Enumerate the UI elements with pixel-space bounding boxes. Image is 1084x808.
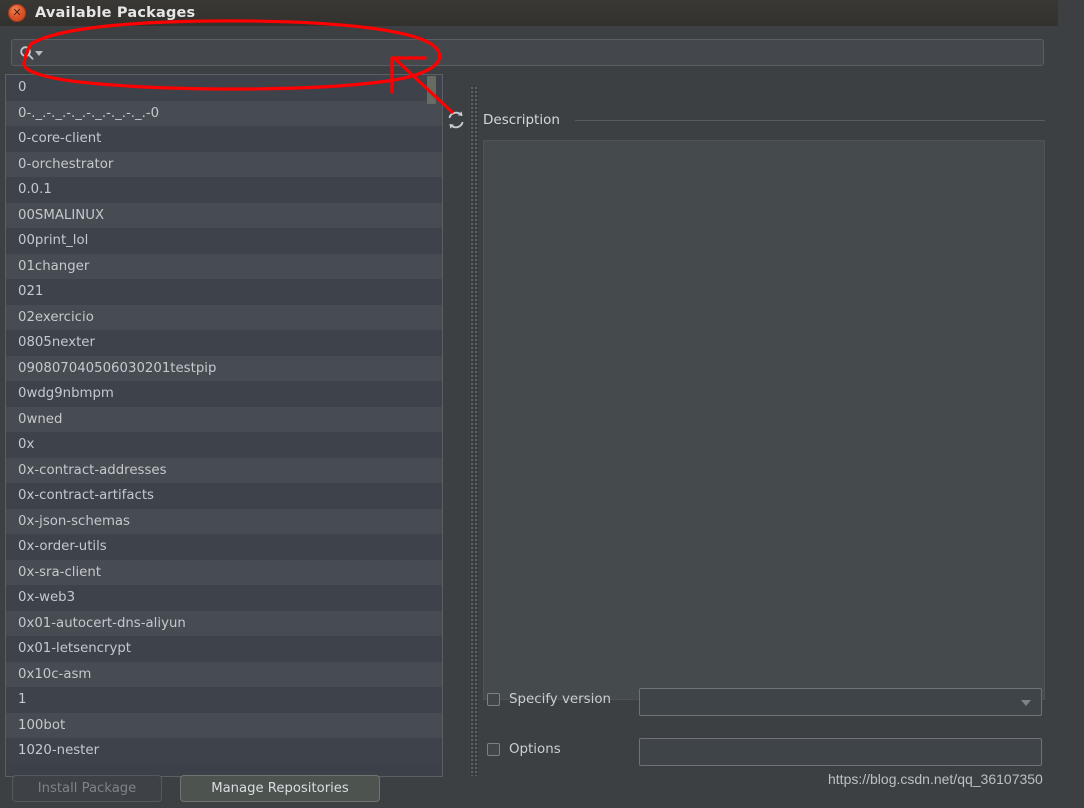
package-list-item[interactable]: 0-orchestrator xyxy=(6,151,442,177)
package-list-item[interactable]: 0x-contract-addresses xyxy=(6,457,442,483)
package-list-item[interactable]: 01changer xyxy=(6,253,442,279)
specify-version-row: Specify version xyxy=(487,688,1047,716)
package-list-item[interactable]: 0x10c-asm xyxy=(6,661,442,687)
screen: ⚙ ✕ Available Packages xyxy=(0,0,1084,808)
search-input[interactable] xyxy=(46,44,1030,65)
close-glyph: ✕ xyxy=(12,6,22,19)
description-text xyxy=(484,141,1044,153)
close-icon[interactable]: ✕ xyxy=(8,4,26,22)
package-list-item[interactable]: 090807040506030201testpip xyxy=(6,355,442,381)
package-list-item[interactable]: 021 xyxy=(6,279,442,305)
package-list-item[interactable]: 0x xyxy=(6,432,442,458)
description-separator xyxy=(575,120,1045,121)
package-list-item[interactable]: 0x-json-schemas xyxy=(6,508,442,534)
specify-version-label: Specify version xyxy=(509,692,612,707)
package-list-item[interactable]: 0-core-client xyxy=(6,126,442,152)
options-row: Options xyxy=(487,738,1047,766)
package-list-panel[interactable]: 0 0-._.-._.-._.-._.-._.-._.-0 0-core-clien… xyxy=(5,74,443,777)
description-panel xyxy=(483,140,1045,700)
package-list-item[interactable]: 0x01-letsencrypt xyxy=(6,636,442,662)
package-list-item[interactable]: 0 xyxy=(6,75,442,101)
chevron-down-icon xyxy=(1021,700,1031,706)
package-list-item[interactable]: 0x-sra-client xyxy=(6,559,442,585)
package-list-scrollbar[interactable] xyxy=(424,74,437,775)
search-icon xyxy=(20,46,34,60)
options-label: Options xyxy=(509,742,561,757)
package-list-item[interactable]: 100bot xyxy=(6,712,442,738)
package-list-item[interactable]: 0805nexter xyxy=(6,330,442,356)
package-list-item[interactable]: 0-._.-._.-._.-._.-._.-._.-0 xyxy=(6,100,442,126)
package-list-item[interactable]: 0wdg9nbmpm xyxy=(6,381,442,407)
package-list-item[interactable]: 0.0.1 xyxy=(6,177,442,203)
package-list-item[interactable]: 00print_lol xyxy=(6,228,442,254)
package-list-item[interactable]: 1 xyxy=(6,687,442,713)
refresh-icon xyxy=(448,111,464,129)
package-list-item[interactable]: 0x01-autocert-dns-aliyun xyxy=(6,610,442,636)
package-list-scroll-thumb[interactable] xyxy=(427,76,436,104)
dialog-titlebar: ✕ Available Packages xyxy=(0,0,1058,26)
description-label: Description xyxy=(483,112,560,128)
package-list-item[interactable]: 02exercicio xyxy=(6,304,442,330)
search-field[interactable] xyxy=(11,39,1044,66)
package-list-item[interactable]: 00SMALINUX xyxy=(6,202,442,228)
watermark: https://blog.csdn.net/qq_36107350 xyxy=(828,771,1043,787)
version-dropdown[interactable] xyxy=(639,688,1042,716)
package-list-item[interactable]: 0x-contract-artifacts xyxy=(6,483,442,509)
dialog-body: 0 0-._.-._.-._.-._.-._.-._.-0 0-core-clien… xyxy=(0,26,1058,808)
page-title: Available Packages xyxy=(35,5,196,21)
manage-repositories-button[interactable]: Manage Repositories xyxy=(180,775,380,802)
available-packages-dialog: ✕ Available Packages 0 0-._.-._.-._.-._.-… xyxy=(0,0,1058,808)
package-list-item[interactable]: 0x-web3 xyxy=(6,585,442,611)
package-list: 0 0-._.-._.-._.-._.-._.-._.-0 0-core-clien… xyxy=(6,75,442,764)
chevron-down-icon[interactable] xyxy=(35,51,43,56)
package-list-item[interactable]: 1020-nester xyxy=(6,738,442,764)
package-list-item[interactable]: 0x-order-utils xyxy=(6,534,442,560)
options-checkbox[interactable] xyxy=(487,743,500,756)
specify-version-checkbox[interactable] xyxy=(487,693,500,706)
options-input[interactable] xyxy=(639,738,1042,766)
package-list-item[interactable]: 0wned xyxy=(6,406,442,432)
install-package-button[interactable]: Install Package xyxy=(12,775,162,802)
panel-splitter[interactable] xyxy=(470,86,478,776)
refresh-button[interactable] xyxy=(444,108,468,132)
